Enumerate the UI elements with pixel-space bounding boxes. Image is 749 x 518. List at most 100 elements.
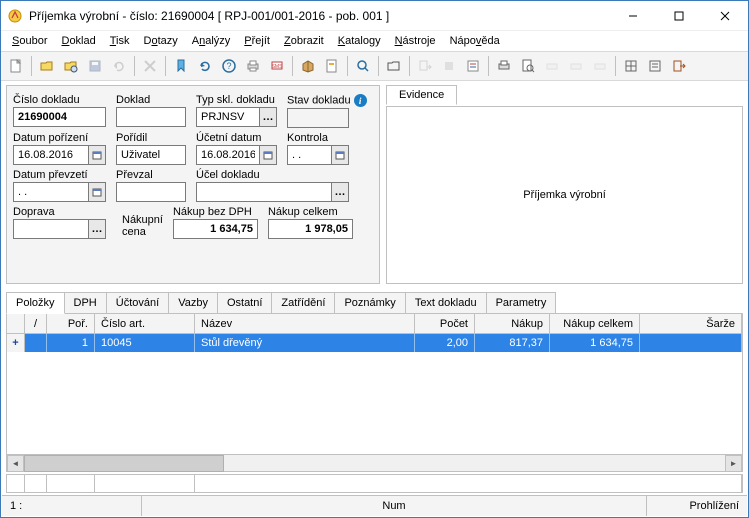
stav-label: Stav dokladui <box>287 94 367 107</box>
nakup-bez-input[interactable] <box>173 219 258 239</box>
find-bar[interactable] <box>6 474 743 493</box>
open2-icon[interactable] <box>60 55 82 77</box>
col-slash[interactable]: / <box>25 314 47 333</box>
grid-body[interactable]: + 1 10045 Stůl dřevěný 2,00 817,37 1 634… <box>7 334 742 454</box>
doprava-label: Doprava <box>13 206 106 218</box>
typ-skl-input[interactable] <box>196 107 259 127</box>
sheet-icon[interactable] <box>321 55 343 77</box>
menu-katalogy[interactable]: Katalogy <box>331 33 388 49</box>
col-pocet[interactable]: Počet <box>415 314 475 333</box>
side-panel: Evidence Příjemka výrobní <box>386 85 743 284</box>
row-plus-icon[interactable]: + <box>7 334 25 352</box>
nakup-celkem-input[interactable] <box>268 219 353 239</box>
status-num: Num <box>142 496 647 516</box>
prevzal-input[interactable] <box>116 182 186 202</box>
menu-analyzy[interactable]: Analýzy <box>185 33 238 49</box>
print5-icon <box>589 55 611 77</box>
stav-input <box>287 108 349 128</box>
col-cislo[interactable]: Číslo art. <box>95 314 195 333</box>
cell-nazev: Stůl dřevěný <box>195 334 415 352</box>
col-nazev[interactable]: Název <box>195 314 415 333</box>
datum-porizeni-input[interactable] <box>13 145 88 165</box>
ucetni-datum-label: Účetní datum <box>196 132 277 144</box>
col-por[interactable]: Poř. <box>47 314 95 333</box>
form-icon[interactable] <box>644 55 666 77</box>
prevzal-label: Převzal <box>116 169 186 181</box>
ucel-input[interactable] <box>196 182 331 202</box>
ucel-lookup[interactable]: … <box>331 182 349 202</box>
svg-text:SMS: SMS <box>272 64 284 70</box>
scroll-thumb[interactable] <box>24 455 224 472</box>
menu-dotazy[interactable]: Dotazy <box>137 33 185 49</box>
toolbar: ? SMS <box>1 51 748 81</box>
grid-row[interactable]: + 1 10045 Stůl dřevěný 2,00 817,37 1 634… <box>7 334 742 352</box>
tab-vazby[interactable]: Vazby <box>168 292 218 313</box>
col-nakup-celkem[interactable]: Nákup celkem <box>550 314 640 333</box>
menu-doklad[interactable]: Doklad <box>54 33 102 49</box>
cell-nakup: 817,37 <box>475 334 550 352</box>
col-nakup[interactable]: Nákup <box>475 314 550 333</box>
refresh-icon[interactable] <box>194 55 216 77</box>
tab-parametry[interactable]: Parametry <box>486 292 557 313</box>
ucel-label: Účel dokladu <box>196 169 349 181</box>
poridil-input[interactable] <box>116 145 186 165</box>
cell-nakup-celkem: 1 634,75 <box>550 334 640 352</box>
kontrola-input[interactable] <box>287 145 331 165</box>
info-icon[interactable]: i <box>354 94 367 107</box>
scroll-left-button[interactable]: ◄ <box>7 455 24 472</box>
tab-poznamky[interactable]: Poznámky <box>334 292 405 313</box>
sms-icon[interactable]: SMS <box>266 55 288 77</box>
bookmark-icon[interactable] <box>170 55 192 77</box>
print3-icon <box>541 55 563 77</box>
menu-napoveda[interactable]: Nápověda <box>443 33 507 49</box>
menu-tisk[interactable]: Tisk <box>103 33 137 49</box>
side-tab-evidence[interactable]: Evidence <box>386 85 457 105</box>
close-button[interactable] <box>702 1 748 31</box>
menu-soubor[interactable]: Soubor <box>5 33 54 49</box>
doprava-lookup[interactable]: … <box>88 219 106 239</box>
tab-zatrideni[interactable]: Zatřídění <box>271 292 335 313</box>
tab-dph[interactable]: DPH <box>64 292 107 313</box>
delete-icon <box>139 55 161 77</box>
col-sarze[interactable]: Šarže <box>640 314 742 333</box>
ledger-icon[interactable] <box>462 55 484 77</box>
ucetni-datum-input[interactable] <box>196 145 259 165</box>
maximize-button[interactable] <box>656 1 702 31</box>
datum-prevzeti-input[interactable] <box>13 182 88 202</box>
kontrola-cal[interactable] <box>331 145 349 165</box>
doklad-input[interactable] <box>116 107 186 127</box>
minimize-button[interactable] <box>610 1 656 31</box>
new-icon[interactable] <box>5 55 27 77</box>
tab-polozky[interactable]: Položky <box>6 292 65 314</box>
print4-icon <box>565 55 587 77</box>
help-icon[interactable]: ? <box>218 55 240 77</box>
exit-icon[interactable] <box>668 55 690 77</box>
tab-ostatni[interactable]: Ostatní <box>217 292 272 313</box>
tab-text-dokladu[interactable]: Text dokladu <box>405 292 487 313</box>
typ-skl-lookup[interactable]: … <box>259 107 277 127</box>
datum-prevzeti-cal[interactable] <box>88 182 106 202</box>
search-icon[interactable] <box>352 55 374 77</box>
grid-icon[interactable] <box>620 55 642 77</box>
cell-slash <box>25 334 47 352</box>
print2-icon[interactable] <box>493 55 515 77</box>
menu-prejit[interactable]: Přejít <box>237 33 277 49</box>
grid-corner[interactable] <box>7 314 25 333</box>
cislo-dokladu-input[interactable] <box>13 107 106 127</box>
menu-zobrazit[interactable]: Zobrazit <box>277 33 331 49</box>
folder-icon[interactable] <box>383 55 405 77</box>
doprava-input[interactable] <box>13 219 88 239</box>
stop-icon <box>438 55 460 77</box>
box-icon[interactable] <box>297 55 319 77</box>
scroll-right-button[interactable]: ► <box>725 455 742 472</box>
preview-icon[interactable] <box>517 55 539 77</box>
menu-nastroje[interactable]: Nástroje <box>388 33 443 49</box>
datum-porizeni-cal[interactable] <box>88 145 106 165</box>
horizontal-scrollbar[interactable]: ◄ ► <box>7 454 742 471</box>
doklad-label: Doklad <box>116 94 186 106</box>
tab-uctovani[interactable]: Účtování <box>106 292 169 313</box>
ucetni-datum-cal[interactable] <box>259 145 277 165</box>
print-icon[interactable] <box>242 55 264 77</box>
cell-sarze <box>640 334 742 352</box>
open-icon[interactable] <box>36 55 58 77</box>
